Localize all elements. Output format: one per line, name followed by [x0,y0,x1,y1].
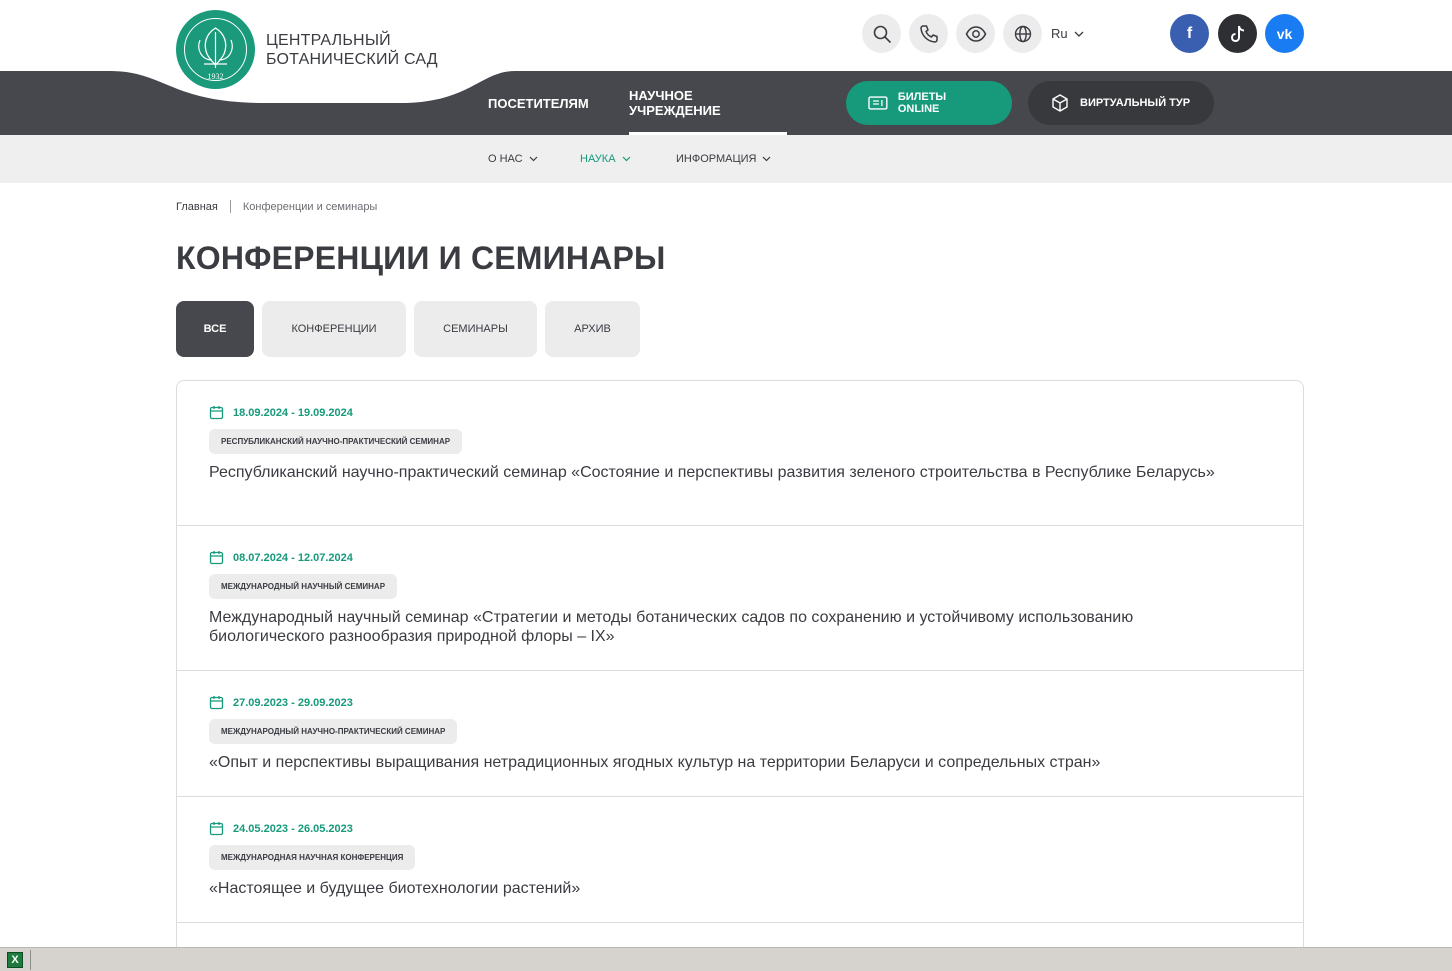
list-item[interactable]: 18.09.2024 - 19.09.2024 РЕСПУБЛИКАНСКИЙ … [177,381,1303,526]
filter-archive-label: АРХИВ [574,323,611,335]
filter-seminars-label: СЕМИНАРЫ [443,323,508,335]
list-item[interactable]: 08.07.2024 - 12.07.2024 МЕЖДУНАРОДНЫЙ НА… [177,526,1303,671]
tickets-label: БИЛЕТЫ ONLINE [897,91,947,115]
virtual-tour-label: ВИРТУАЛЬНЫЙ ТУР [1080,97,1191,109]
vk-link[interactable]: vk [1265,14,1304,53]
event-type-badge: МЕЖДУНАРОДНЫЙ НАУЧНЫЙ СЕМИНАР [209,574,398,599]
subnav-information-label: ИНФОРМАЦИЯ [676,153,757,165]
event-date-label: 27.09.2023 - 29.09.2023 [233,696,353,709]
subnav-science-label: НАУКА [580,153,616,165]
tickets-online-button[interactable]: БИЛЕТЫ ONLINE [846,81,1012,125]
event-title[interactable]: «Опыт и перспективы выращивания нетрадиц… [209,753,1249,772]
cube-icon [1052,94,1068,112]
filter-conferences[interactable]: КОНФЕРЕНЦИИ [262,301,406,357]
breadcrumb-separator [229,200,231,213]
event-date-label: 18.09.2024 - 19.09.2024 [233,406,353,419]
subnav-information[interactable]: ИНФОРМАЦИЯ [676,135,771,183]
subnav-about[interactable]: О НАС [488,135,538,183]
event-title[interactable]: Международный научный семинар «Стратегии… [209,608,1249,646]
calendar-icon [209,551,224,565]
ticket-icon [868,96,888,110]
list-item[interactable]: 24.05.2023 - 26.05.2023 МЕЖДУНАРОДНАЯ НА… [177,797,1303,923]
site-logo[interactable]: 1932 [176,10,255,89]
event-date: 27.09.2023 - 29.09.2023 [209,695,353,710]
subnav-science[interactable]: НАУКА [580,135,631,183]
nav-science-institution[interactable]: НАУЧНОЕ УЧРЕЖДЕНИЕ [629,71,787,135]
chevron-down-icon [763,156,771,162]
event-date: 18.09.2024 - 19.09.2024 [209,405,353,420]
subnav-about-label: О НАС [488,153,523,165]
nav-science-institution-label: НАУЧНОЕ УЧРЕЖДЕНИЕ [629,88,721,118]
tiktok-icon [1230,25,1244,42]
filter-all[interactable]: ВСЕ [176,301,254,357]
facebook-link[interactable]: f [1170,14,1209,53]
logo-year: 1932 [208,72,224,81]
filter-all-label: ВСЕ [203,323,227,335]
calendar-icon [209,406,224,420]
breadcrumb-home[interactable]: Главная [176,201,218,213]
event-date: 08.07.2024 - 12.07.2024 [209,550,353,565]
breadcrumb: Главная Конференции и семинары [176,200,377,213]
vk-icon: vk [1276,25,1293,42]
facebook-icon: f [1186,24,1193,42]
nav-visitors[interactable]: ПОСЕТИТЕЛЯМ [488,71,589,135]
brand-line-1: ЦЕНТРАЛЬНЫЙ [266,32,391,49]
language-globe-button[interactable] [1003,14,1042,53]
excel-icon[interactable]: X [7,952,23,968]
phone-icon [919,24,938,43]
event-title[interactable]: «Настоящее и будущее биотехнологии расте… [209,879,1249,898]
event-title[interactable]: Республиканский научно-практический семи… [209,463,1249,482]
nav-visitors-label: ПОСЕТИТЕЛЯМ [488,95,589,111]
language-selector[interactable]: Ru [1051,26,1084,41]
filter-conferences-label: КОНФЕРЕНЦИИ [291,323,377,335]
eye-icon [965,25,986,42]
site-brand[interactable]: ЦЕНТРАЛЬНЫЙ БОТАНИЧЕСКИЙ САД [266,31,438,69]
event-type-badge: РЕСПУБЛИКАНСКИЙ НАУЧНО-ПРАКТИЧЕСКИЙ СЕМИ… [209,429,463,454]
phone-button[interactable] [909,14,948,53]
breadcrumb-current: Конференции и семинары [242,200,378,213]
event-type-badge: МЕЖДУНАРОДНАЯ НАУЧНАЯ КОНФЕРЕНЦИЯ [209,845,416,870]
taskbar-separator [30,950,31,970]
globe-icon [1014,25,1031,42]
page-title: КОНФЕРЕНЦИИ И СЕМИНАРЫ [176,240,666,276]
accessibility-button[interactable] [956,14,995,53]
calendar-icon [209,696,224,710]
chevron-down-icon [1074,31,1084,37]
event-date-label: 08.07.2024 - 12.07.2024 [233,551,353,564]
virtual-tour-button[interactable]: ВИРТУАЛЬНЫЙ ТУР [1028,81,1214,125]
event-date-label: 24.05.2023 - 26.05.2023 [233,822,353,835]
list-item[interactable]: 27.09.2023 - 29.09.2023 МЕЖДУНАРОДНЫЙ НА… [177,671,1303,797]
event-type-badge: МЕЖДУНАРОДНЫЙ НАУЧНО-ПРАКТИЧЕСКИЙ СЕМИНА… [209,719,458,744]
event-date: 24.05.2023 - 26.05.2023 [209,821,353,836]
calendar-icon [209,822,224,836]
search-button[interactable] [862,14,901,53]
events-list: 18.09.2024 - 19.09.2024 РЕСПУБЛИКАНСКИЙ … [176,380,1304,971]
tiktok-link[interactable] [1218,14,1257,53]
taskbar: X [0,947,1452,971]
filter-archive[interactable]: АРХИВ [545,301,640,357]
logo-emblem-icon: 1932 [177,11,254,88]
chevron-down-icon [622,156,630,162]
brand-line-2: БОТАНИЧЕСКИЙ САД [266,51,438,68]
search-icon [873,25,891,43]
language-label: Ru [1051,26,1068,41]
filter-seminars[interactable]: СЕМИНАРЫ [414,301,537,357]
chevron-down-icon [529,156,538,162]
